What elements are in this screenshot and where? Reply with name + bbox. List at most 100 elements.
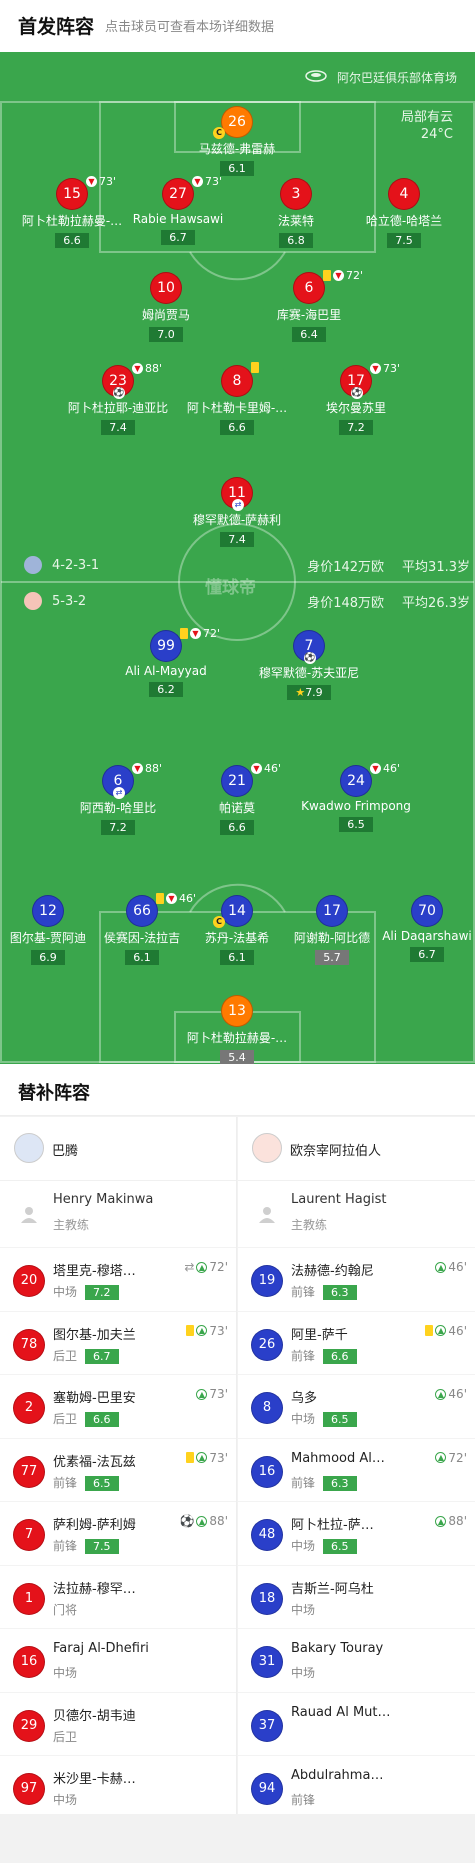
subs-column-right: 欧奈宰阿拉伯人 Laurent Hagist 主教练 19 法赫德-约翰尼 前锋 6.… xyxy=(238,1117,475,1814)
player-away[interactable]: 21 ▼ 46' 帕诺莫 6.6 xyxy=(172,762,302,835)
player-name: Ali Al-Mayyad xyxy=(125,664,207,678)
coach-row[interactable]: Henry Makinwa 主教练 xyxy=(0,1181,236,1247)
sub-position-line: 后卫 xyxy=(53,1728,77,1745)
sub-out-icon: ▼ xyxy=(370,363,381,374)
sub-position: 中场 xyxy=(53,1793,78,1807)
sub-player-row[interactable]: 16 Faraj Al-Dhefiri 中场 xyxy=(0,1628,236,1692)
player-home[interactable]: 26 C 马兹德-弗雷赫 6.1 xyxy=(172,106,302,176)
sub-player-row[interactable]: 19 法赫德-约翰尼 前锋 6.3 ▲ 46' xyxy=(238,1247,475,1311)
rating-value: 6.7 xyxy=(418,948,436,961)
player-home[interactable]: 6 ▼ 72' 库赛-海巴里 6.4 xyxy=(244,269,374,342)
sub-position-line: 中场 xyxy=(291,1601,315,1618)
sub-position-line: 中场 xyxy=(53,1791,77,1808)
sub-player-row[interactable]: 8 乌多 中场 6.5 ▲ 46' xyxy=(238,1374,475,1438)
event-markers: ▼ 88' xyxy=(132,362,162,375)
coach-avatar-icon xyxy=(258,1205,276,1223)
sub-player-row[interactable]: 97 米沙里-卡赫… 中场 xyxy=(0,1755,236,1819)
sub-in-icon: ▲ xyxy=(196,1261,208,1273)
watermark: 懂球帝 xyxy=(205,578,256,598)
sub-player-row[interactable]: 20 塔里克-穆塔… 中场 7.2 ⇄ ▲ 72' xyxy=(0,1247,236,1311)
player-name: 阿卜杜勒拉赫曼-… xyxy=(186,1031,288,1045)
player-home[interactable]: 27 ▼ 73' Rabie Hawsawi 6.7 xyxy=(113,175,243,245)
player-away[interactable]: 7 ⚽ 穆罕默德-苏夫亚尼 ★7.9 xyxy=(244,630,374,700)
sub-name: 塞勒姆-巴里安 xyxy=(53,1391,136,1406)
sub-position-line: 中场 7.2 xyxy=(53,1283,119,1300)
sub-number: 2 xyxy=(13,1392,45,1424)
sub-player-row[interactable]: 26 阿里-萨千 前锋 6.6 ▲ 46' xyxy=(238,1310,475,1375)
sub-player-row[interactable]: 16 Mahmood Alb… 前锋 6.3 ▲ 72' xyxy=(238,1437,475,1502)
weather-temp: 24°C xyxy=(420,127,453,142)
sub-player-row[interactable]: 2 塞勒姆-巴里安 后卫 6.6 ▲ 73' xyxy=(0,1374,236,1438)
player-rating: 6.7 xyxy=(161,230,195,245)
sub-number: 19 xyxy=(251,1265,283,1297)
sub-position-line: 前锋 xyxy=(291,1791,315,1808)
sub-player-row[interactable]: 94 Abdulrahman … 前锋 xyxy=(238,1755,475,1819)
player-home[interactable]: 8 阿卜杜勒卡里姆-… 6.6 xyxy=(172,362,302,435)
player-rating: ★7.9 xyxy=(287,685,331,700)
sub-minute: 88' xyxy=(145,762,163,775)
player-home[interactable]: 4 哈立德-哈塔兰 7.5 xyxy=(339,178,469,248)
rating-value: 6.4 xyxy=(300,328,318,341)
rating-value: 7.2 xyxy=(109,821,127,834)
sub-rating: 6.3 xyxy=(323,1285,357,1300)
player-name: 阿卜杜拉耶-迪亚比 xyxy=(67,401,169,415)
weather: 局部有云 24°C xyxy=(401,109,453,143)
player-home[interactable]: 11 ⇄ 穆罕默德-萨赫利 7.4 xyxy=(172,477,302,547)
coach-row[interactable]: Laurent Hagist 主教练 xyxy=(238,1181,475,1247)
sub-player-row[interactable]: 77 优素福-法瓦兹 前锋 6.5 ▲ 73' xyxy=(0,1437,236,1502)
sub-player-row[interactable]: 48 阿卜杜拉-萨… 中场 6.5 ▲ 88' xyxy=(238,1501,475,1565)
sub-name: 萨利姆-萨利姆 xyxy=(53,1518,136,1533)
player-home[interactable]: 23 ⚽ ▼ 88' 阿卜杜拉耶-迪亚比 7.4 xyxy=(53,362,183,435)
captain-icon: C xyxy=(213,916,225,928)
sub-player-row[interactable]: 18 吉斯兰-阿乌杜 中场 xyxy=(238,1564,475,1629)
yellow-card-icon xyxy=(251,362,259,373)
assist-icon: ⇄ xyxy=(184,1260,195,1274)
rating-value: 5.4 xyxy=(228,1051,246,1064)
player-name: Kwadwo Frimpong xyxy=(301,799,411,813)
player-home[interactable]: 10 姆尚贾马 7.0 xyxy=(101,272,231,342)
sub-in-icon: ▲ xyxy=(196,1325,208,1336)
yellow-card-icon xyxy=(186,1452,195,1463)
player-away[interactable]: 6 ⇄ ▼ 88' 阿西勒-哈里比 7.2 xyxy=(53,762,183,835)
player-number: 13 xyxy=(221,995,253,1027)
player-number: 6 xyxy=(293,272,325,304)
sub-player-row[interactable]: 7 萨利姆-萨利姆 前锋 7.5 ⚽ ▲ 88' xyxy=(0,1501,236,1565)
sub-number: 7 xyxy=(13,1519,45,1551)
player-rating: 7.4 xyxy=(220,532,254,547)
player-rating: 6.7 xyxy=(410,947,444,962)
sub-event: ▲ 46' xyxy=(425,1324,467,1338)
event-markers xyxy=(251,362,259,373)
pitch: 阿尔巴廷俱乐部体育场 局部有云 24°C 懂球帝 4-2-3-1 身价142万欧… xyxy=(0,52,475,1064)
player-number: 3 xyxy=(280,178,312,210)
sub-player-row[interactable]: 31 Bakary Touray 中场 xyxy=(238,1628,475,1692)
assist-icon: ⇄ xyxy=(232,499,244,511)
player-number: 66 xyxy=(126,895,158,927)
sub-player-row[interactable]: 29 贝德尔-胡韦迪 后卫 xyxy=(0,1691,236,1756)
player-away[interactable]: 99 ▼ 72' Ali Al-Mayyad 6.2 xyxy=(101,627,231,697)
sub-number: 26 xyxy=(251,1328,283,1361)
event-markers: ▼ 72' xyxy=(323,269,363,282)
sub-player-row[interactable]: 37 Rauad Al Mut… xyxy=(238,1691,475,1756)
sub-player-row[interactable]: 1 法拉赫-穆罕… 门将 xyxy=(0,1564,236,1629)
player-away[interactable]: 70 Ali Daqarshawi 6.7 xyxy=(362,895,475,962)
player-number: 4 xyxy=(388,178,420,210)
player-rating: 5.4 xyxy=(220,1050,254,1064)
player-home[interactable]: 17 ⚽ ▼ 73' 埃尔曼苏里 7.2 xyxy=(291,362,421,435)
player-rating: 6.1 xyxy=(125,950,159,965)
sub-rating: 6.5 xyxy=(85,1475,119,1491)
player-away[interactable]: 13 阿卜杜勒拉赫曼-… 5.4 xyxy=(172,995,302,1064)
sub-in-icon: ▲ xyxy=(435,1325,447,1336)
sub-in-icon: ▲ xyxy=(435,1515,447,1527)
player-name: 穆罕默德-萨赫利 xyxy=(192,513,282,527)
player-number: 21 xyxy=(221,765,253,797)
sub-position-line: 中场 xyxy=(53,1664,77,1681)
sub-player-row[interactable]: 78 图尔基-加夫兰 后卫 6.7 ▲ 73' xyxy=(0,1310,236,1375)
player-rating: 6.8 xyxy=(279,233,313,248)
sub-name: 阿里-萨千 xyxy=(291,1327,348,1343)
team-logo-icon xyxy=(252,1133,282,1163)
player-rating: 7.0 xyxy=(149,327,183,342)
player-away[interactable]: 24 ▼ 46' Kwadwo Frimpong 6.5 xyxy=(291,762,421,832)
sub-minute: 46' xyxy=(383,762,401,775)
sub-minute: 73' xyxy=(383,362,401,375)
player-rating: 5.7 xyxy=(315,950,349,965)
